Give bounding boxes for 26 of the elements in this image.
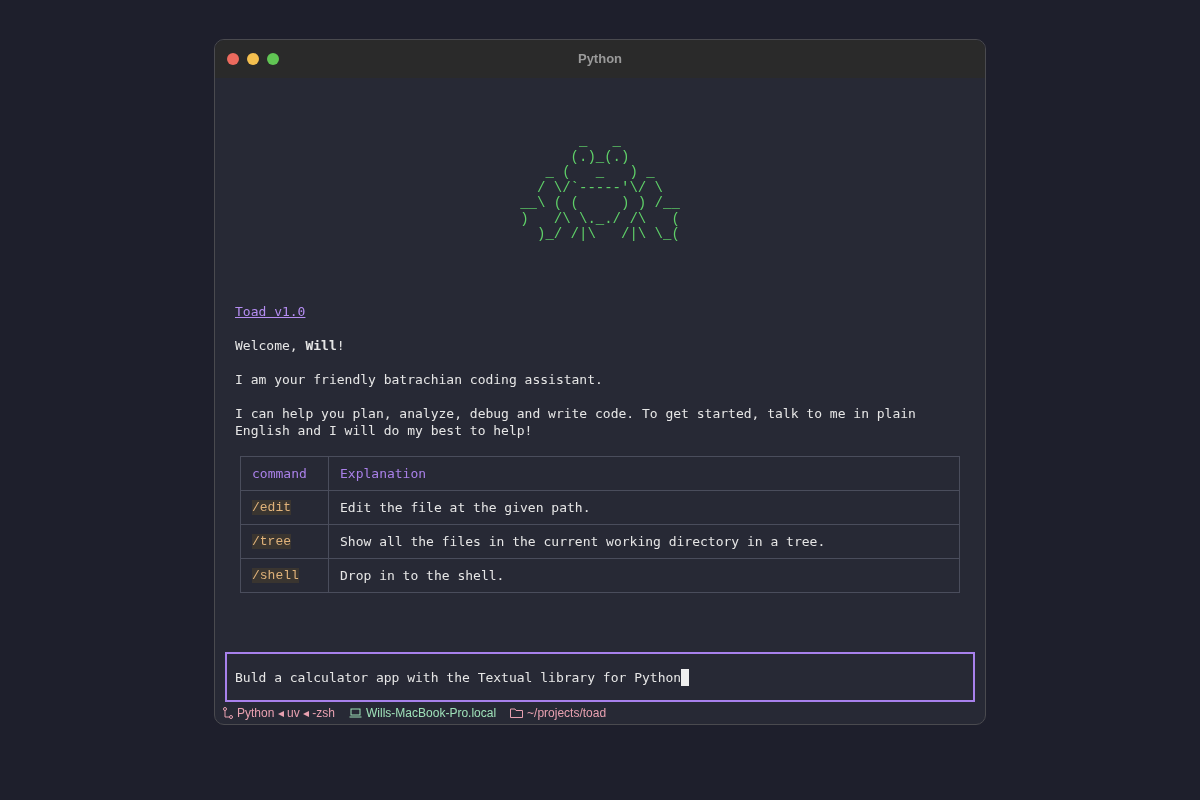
table-cell: Show all the files in the current working directory in a tree.: [328, 524, 960, 558]
process-label: Python ◂ uv ◂ -zsh: [237, 704, 336, 722]
column-header: command: [240, 456, 329, 490]
message-text: I am your friendly batrachian coding assistant.: [235, 370, 604, 388]
prompt-input[interactable]: Buld a calculator app with the Textual library for Python: [225, 652, 975, 702]
window-title: Python: [577, 50, 623, 69]
minimize-button[interactable]: [247, 53, 259, 65]
maximize-button[interactable]: [267, 53, 279, 65]
command-code: /shell: [252, 568, 299, 583]
toad-ascii-art: _ _ (.)_(.) _ ( _ ) _ / \/`-----'\/ \ __\ ( ( ) ) /__ ) /\ \._./ /\ ( )_/ /|\ /|\ \_(: [520, 134, 680, 243]
message-text: I can help you plan, analyze, debug and write code. To get started, talk to me in plain English and I will do my best to help!: [235, 404, 917, 439]
folder-icon: [510, 708, 524, 718]
host-label: Wills-MacBook-Pro.local: [366, 704, 497, 722]
text-cursor: [681, 668, 690, 686]
branch-icon: [223, 707, 233, 719]
column-header: Explanation: [328, 456, 960, 490]
command-code: /edit: [252, 500, 291, 515]
table-cell: Drop in to the shell.: [328, 558, 960, 592]
input-text: Buld a calculator app with the Textual library for Python: [235, 668, 682, 686]
laptop-icon: [349, 708, 363, 718]
table-cell: Edit the file at the given path.: [328, 490, 960, 524]
command-code: /tree: [252, 534, 291, 549]
path-label: ~/projects/toad: [527, 704, 607, 722]
version-link[interactable]: Toad v1.0: [235, 302, 306, 320]
close-button[interactable]: [227, 53, 239, 65]
message-text: Welcome, Will!: [235, 336, 346, 354]
